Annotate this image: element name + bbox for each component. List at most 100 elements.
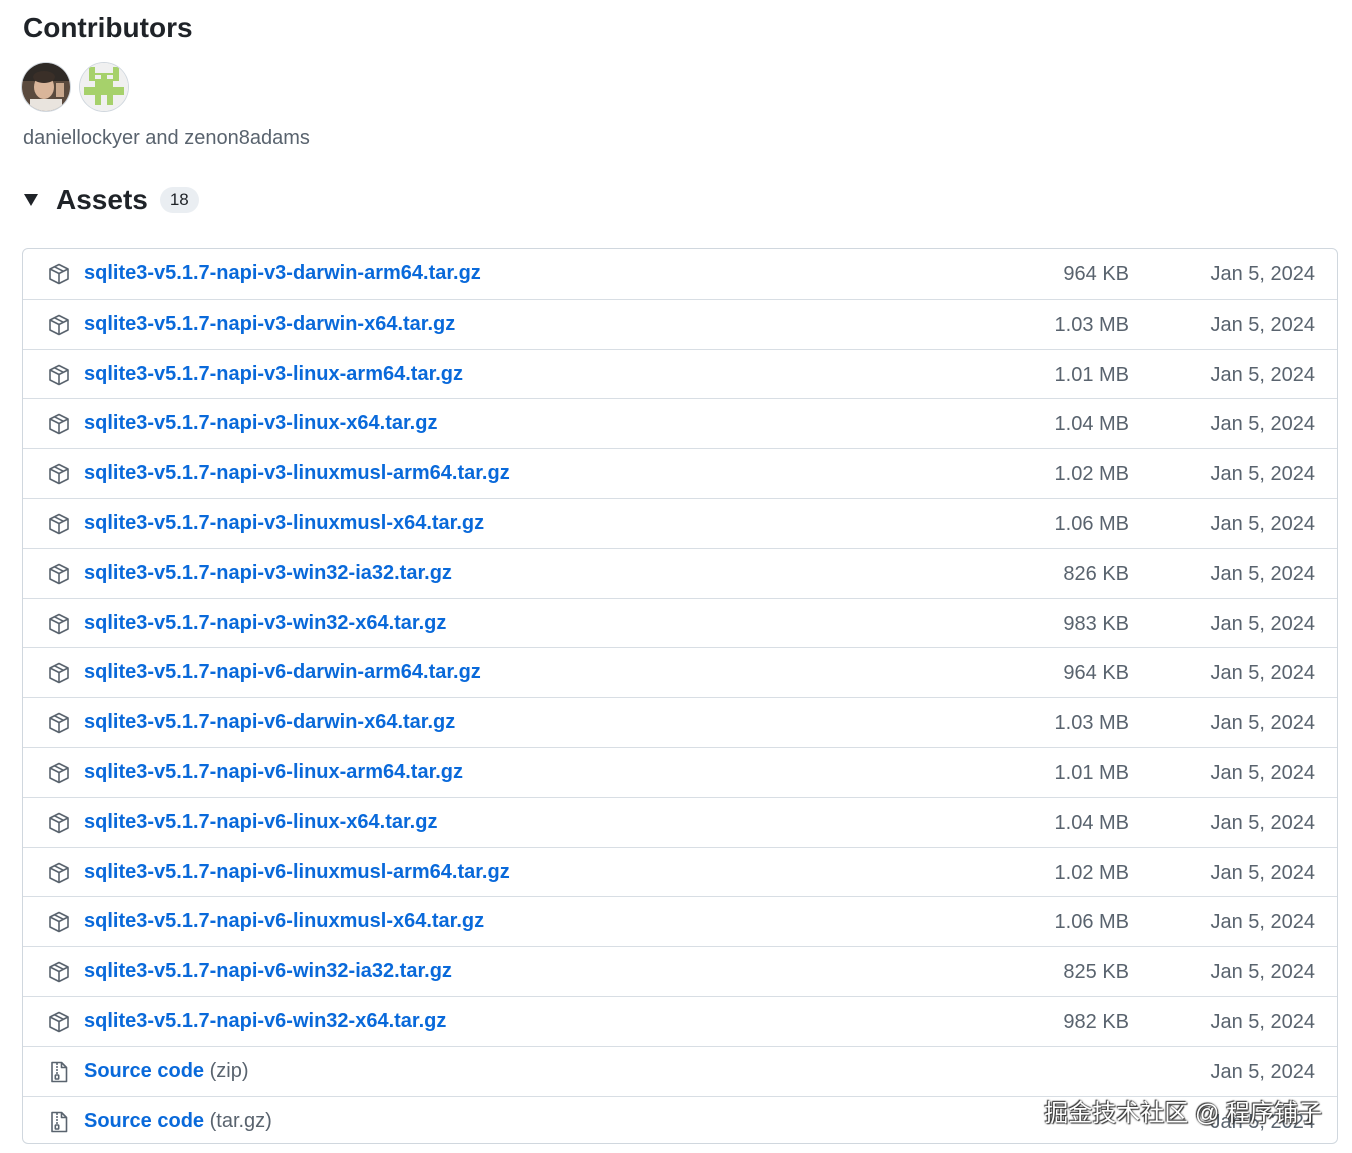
contributor-names: daniellockyer and zenon8adams — [23, 127, 310, 149]
asset-date: Jan 5, 2024 — [1210, 1110, 1315, 1133]
package-icon — [47, 811, 71, 835]
asset-link[interactable]: Source code (tar.gz) — [84, 1110, 272, 1133]
asset-size: 1.04 MB — [1054, 811, 1129, 834]
asset-row-16: sqlite3-v5.1.7-napi-v6-win32-x64.tar.gz … — [23, 995, 1337, 1046]
asset-date: Jan 5, 2024 — [1210, 662, 1315, 685]
package-icon — [47, 412, 71, 436]
asset-link[interactable]: sqlite3-v5.1.7-napi-v3-linuxmusl-x64.tar… — [84, 512, 484, 535]
asset-link[interactable]: sqlite3-v5.1.7-napi-v6-darwin-arm64.tar.… — [84, 661, 481, 684]
asset-name: sqlite3-v5.1.7-napi-v6-win32-ia32.tar.gz — [84, 960, 452, 983]
asset-date: Jan 5, 2024 — [1210, 562, 1315, 585]
asset-name: sqlite3-v5.1.7-napi-v3-win32-ia32.tar.gz — [84, 561, 452, 584]
asset-date: Jan 5, 2024 — [1210, 612, 1315, 635]
asset-link[interactable]: sqlite3-v5.1.7-napi-v6-win32-x64.tar.gz — [84, 1010, 446, 1033]
asset-row-3: sqlite3-v5.1.7-napi-v3-linux-arm64.tar.g… — [23, 348, 1337, 399]
file-zip-icon — [47, 1060, 71, 1084]
asset-name: sqlite3-v5.1.7-napi-v3-linux-x64.tar.gz — [84, 412, 438, 435]
asset-date: Jan 5, 2024 — [1210, 463, 1315, 486]
asset-date: Jan 5, 2024 — [1210, 1010, 1315, 1033]
package-icon — [47, 562, 71, 586]
asset-row-6: sqlite3-v5.1.7-napi-v3-linuxmusl-x64.tar… — [23, 497, 1337, 548]
package-icon — [47, 861, 71, 885]
asset-link[interactable]: Source code (zip) — [84, 1060, 249, 1083]
asset-row-10: sqlite3-v5.1.7-napi-v6-darwin-x64.tar.gz… — [23, 697, 1337, 747]
asset-size: 826 KB — [1063, 562, 1129, 585]
asset-size: 1.02 MB — [1054, 861, 1129, 884]
asset-row-14: sqlite3-v5.1.7-napi-v6-linuxmusl-x64.tar… — [23, 896, 1337, 946]
asset-row-18: Source code (tar.gz) Jan 5, 2024 — [23, 1095, 1337, 1143]
user-photo-icon — [22, 63, 70, 111]
package-icon — [47, 462, 71, 486]
asset-link[interactable]: sqlite3-v5.1.7-napi-v6-linux-arm64.tar.g… — [84, 761, 463, 784]
asset-row-17: Source code (zip) Jan 5, 2024 — [23, 1045, 1337, 1096]
asset-row-4: sqlite3-v5.1.7-napi-v3-linux-x64.tar.gz … — [23, 398, 1337, 448]
assets-heading: Assets — [56, 184, 148, 215]
asset-row-2: sqlite3-v5.1.7-napi-v3-darwin-x64.tar.gz… — [23, 298, 1337, 349]
asset-link[interactable]: sqlite3-v5.1.7-napi-v6-win32-ia32.tar.gz — [84, 960, 452, 983]
asset-name: sqlite3-v5.1.7-napi-v3-linuxmusl-x64.tar… — [84, 511, 485, 534]
assets-header[interactable]: Assets 18 — [22, 184, 199, 216]
asset-suffix: (zip) — [204, 1059, 249, 1082]
package-icon — [47, 313, 71, 337]
asset-link[interactable]: sqlite3-v5.1.7-napi-v6-linuxmusl-x64.tar… — [84, 910, 484, 933]
asset-row-11: sqlite3-v5.1.7-napi-v6-linux-arm64.tar.g… — [23, 746, 1337, 797]
asset-link[interactable]: sqlite3-v5.1.7-napi-v6-darwin-x64.tar.gz — [84, 711, 455, 734]
asset-size: 1.04 MB — [1054, 413, 1129, 436]
asset-date: Jan 5, 2024 — [1210, 961, 1315, 984]
asset-row-1: sqlite3-v5.1.7-napi-v3-darwin-arm64.tar.… — [23, 249, 1337, 299]
asset-date: Jan 5, 2024 — [1210, 1060, 1315, 1083]
asset-date: Jan 5, 2024 — [1210, 512, 1315, 535]
package-icon — [47, 960, 71, 984]
asset-link[interactable]: sqlite3-v5.1.7-napi-v3-darwin-arm64.tar.… — [84, 262, 481, 285]
asset-link[interactable]: sqlite3-v5.1.7-napi-v3-linuxmusl-arm64.t… — [84, 462, 510, 485]
asset-name: sqlite3-v5.1.7-napi-v6-linuxmusl-x64.tar… — [84, 910, 485, 933]
asset-name: sqlite3-v5.1.7-napi-v6-win32-x64.tar.gz — [84, 1009, 447, 1032]
asset-size: 1.03 MB — [1054, 712, 1129, 735]
asset-size: 825 KB — [1063, 961, 1129, 984]
asset-row-5: sqlite3-v5.1.7-napi-v3-linuxmusl-arm64.t… — [23, 448, 1337, 498]
asset-date: Jan 5, 2024 — [1210, 712, 1315, 735]
asset-link[interactable]: sqlite3-v5.1.7-napi-v6-linux-x64.tar.gz — [84, 811, 437, 834]
avatar-zenon8adams[interactable] — [80, 63, 128, 111]
asset-name: sqlite3-v5.1.7-napi-v3-win32-x64.tar.gz — [84, 611, 447, 634]
triangle-down-icon[interactable] — [24, 194, 38, 206]
asset-size: 1.01 MB — [1054, 363, 1129, 386]
asset-link[interactable]: sqlite3-v5.1.7-napi-v6-linuxmusl-arm64.t… — [84, 861, 510, 884]
avatar-daniellockyer[interactable] — [22, 63, 70, 111]
contributor-avatars — [22, 63, 128, 111]
package-icon — [47, 512, 71, 536]
asset-name: sqlite3-v5.1.7-napi-v3-darwin-x64.tar.gz — [84, 312, 456, 335]
asset-link[interactable]: sqlite3-v5.1.7-napi-v3-linux-arm64.tar.g… — [84, 363, 463, 386]
asset-name: sqlite3-v5.1.7-napi-v6-linux-arm64.tar.g… — [84, 760, 464, 783]
asset-name: sqlite3-v5.1.7-napi-v6-linuxmusl-arm64.t… — [84, 860, 510, 883]
package-icon — [47, 262, 71, 286]
asset-link[interactable]: sqlite3-v5.1.7-napi-v3-win32-x64.tar.gz — [84, 612, 446, 635]
asset-date: Jan 5, 2024 — [1210, 313, 1315, 336]
package-icon — [47, 910, 71, 934]
asset-size: 1.01 MB — [1054, 761, 1129, 784]
package-icon — [47, 661, 71, 685]
asset-size: 982 KB — [1063, 1010, 1129, 1033]
asset-name: sqlite3-v5.1.7-napi-v6-darwin-x64.tar.gz — [84, 711, 456, 734]
asset-row-15: sqlite3-v5.1.7-napi-v6-win32-ia32.tar.gz… — [23, 946, 1337, 996]
asset-date: Jan 5, 2024 — [1210, 363, 1315, 386]
package-icon — [47, 711, 71, 735]
identicon-icon — [80, 63, 128, 111]
asset-date: Jan 5, 2024 — [1210, 263, 1315, 285]
asset-link[interactable]: sqlite3-v5.1.7-napi-v3-linux-x64.tar.gz — [84, 412, 437, 435]
asset-date: Jan 5, 2024 — [1210, 861, 1315, 884]
asset-link[interactable]: sqlite3-v5.1.7-napi-v3-darwin-x64.tar.gz — [84, 313, 455, 336]
asset-suffix: (tar.gz) — [204, 1109, 272, 1132]
asset-size: 1.02 MB — [1054, 463, 1129, 486]
asset-row-8: sqlite3-v5.1.7-napi-v3-win32-x64.tar.gz … — [23, 597, 1337, 648]
asset-name: sqlite3-v5.1.7-napi-v6-linux-x64.tar.gz — [84, 810, 438, 833]
asset-size: 1.06 MB — [1054, 911, 1129, 934]
assets-count-badge: 18 — [159, 187, 199, 213]
asset-row-7: sqlite3-v5.1.7-napi-v3-win32-ia32.tar.gz… — [23, 547, 1337, 598]
asset-link[interactable]: sqlite3-v5.1.7-napi-v3-win32-ia32.tar.gz — [84, 562, 452, 585]
asset-name: sqlite3-v5.1.7-napi-v3-darwin-arm64.tar.… — [84, 262, 481, 284]
package-icon — [47, 612, 71, 636]
asset-row-9: sqlite3-v5.1.7-napi-v6-darwin-arm64.tar.… — [23, 647, 1337, 697]
asset-size: 964 KB — [1063, 662, 1129, 685]
asset-size: 964 KB — [1063, 263, 1129, 285]
